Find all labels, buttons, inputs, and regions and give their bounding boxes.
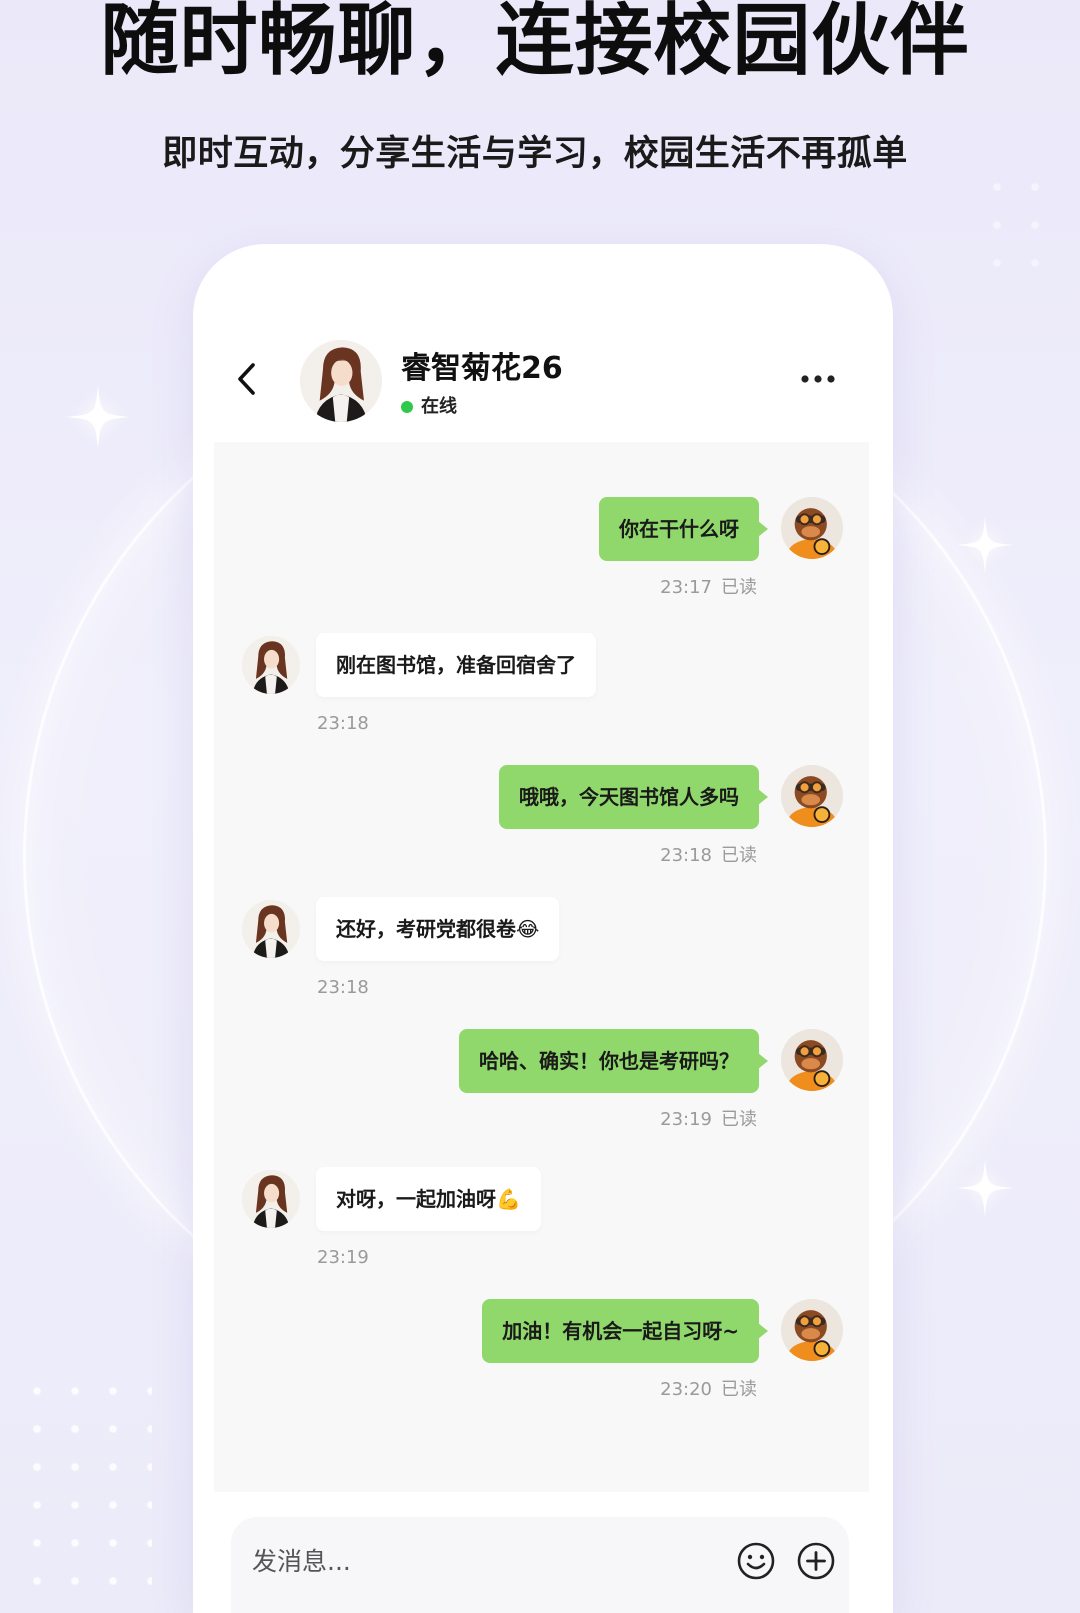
message-bubble[interactable]: 哈哈、确实！你也是考研吗？ (459, 1029, 768, 1093)
message-time: 23:19 (660, 1109, 712, 1130)
my-avatar[interactable] (781, 1299, 843, 1361)
message-input[interactable] (252, 1540, 692, 1582)
message-text: 哈哈、确实！你也是考研吗？ (479, 1049, 739, 1073)
message-text: 还好，考研党都很卷😂 (336, 917, 540, 941)
my-avatar[interactable] (781, 1029, 843, 1091)
message-time: 23:18 (317, 713, 369, 734)
message-time: 23:18 (660, 845, 712, 866)
contact-avatar[interactable] (242, 900, 300, 958)
message-bubble[interactable]: 哦哦，今天图书馆人多吗 (499, 765, 768, 829)
message-text: 刚在图书馆，准备回宿舍了 (336, 653, 576, 677)
message-meta: 23:17 已读 (660, 577, 757, 599)
message-time: 23:19 (317, 1247, 369, 1268)
dot-pattern (18, 1372, 152, 1604)
contact-avatar[interactable] (242, 636, 300, 694)
message-text: 你在干什么呀 (619, 517, 739, 541)
message-time: 23:20 (660, 1379, 712, 1400)
sparkle-icon (66, 385, 130, 449)
message-time: 23:17 (660, 577, 712, 598)
back-button[interactable] (233, 361, 261, 397)
my-avatar[interactable] (781, 497, 843, 559)
page-title: 随时畅聊，连接校园伙伴 (100, 0, 970, 86)
message-row-incoming: 还好，考研党都很卷😂 23:18 (0, 897, 1080, 999)
message-meta: 23:19 (317, 1247, 369, 1269)
message-bubble[interactable]: 刚在图书馆，准备回宿舍了 (316, 633, 596, 697)
my-avatar[interactable] (781, 765, 843, 827)
message-row-incoming: 对呀，一起加油呀💪 23:19 (0, 1167, 1080, 1269)
contact-avatar[interactable] (300, 340, 382, 422)
plus-circle-icon (797, 1542, 835, 1580)
message-bubble[interactable]: 对呀，一起加油呀💪 (316, 1167, 541, 1231)
message-text: 哦哦，今天图书馆人多吗 (519, 785, 739, 809)
message-row-outgoing: 哈哈、确实！你也是考研吗？ 23:19 已读 (0, 1029, 1080, 1131)
message-row-outgoing: 你在干什么呀 23:17 已读 (0, 497, 1080, 599)
message-text: 对呀，一起加油呀💪 (336, 1187, 521, 1211)
emoji-button[interactable] (736, 1541, 776, 1581)
message-bubble[interactable]: 你在干什么呀 (599, 497, 768, 561)
message-row-outgoing: 加油！有机会一起自习呀~ 23:20 已读 (0, 1299, 1080, 1401)
contact-avatar[interactable] (242, 1170, 300, 1228)
message-bubble[interactable]: 加油！有机会一起自习呀~ (482, 1299, 768, 1363)
message-meta: 23:20 已读 (660, 1379, 757, 1401)
more-options-button[interactable] (800, 373, 836, 385)
message-time: 23:18 (317, 977, 369, 998)
online-status-text: 在线 (421, 396, 457, 417)
chevron-left-icon (238, 363, 255, 395)
dot-pattern (978, 168, 1054, 282)
message-meta: 23:18 (317, 713, 369, 735)
message-row-incoming: 刚在图书馆，准备回宿舍了 23:18 (0, 633, 1080, 735)
read-receipt: 已读 (721, 1109, 757, 1130)
add-attachment-button[interactable] (796, 1541, 836, 1581)
message-meta: 23:18 (317, 977, 369, 999)
message-row-outgoing: 哦哦，今天图书馆人多吗 23:18 已读 (0, 765, 1080, 867)
more-horizontal-icon (801, 375, 835, 383)
read-receipt: 已读 (721, 577, 757, 598)
message-meta: 23:18 已读 (660, 845, 757, 867)
message-bubble[interactable]: 还好，考研党都很卷😂 (316, 897, 560, 961)
page-subtitle: 即时互动，分享生活与学习，校园生活不再孤单 (162, 134, 908, 174)
contact-name: 睿智菊花26 (401, 351, 563, 386)
smile-icon (737, 1542, 775, 1580)
message-text: 加油！有机会一起自习呀~ (502, 1319, 739, 1343)
read-receipt: 已读 (721, 1379, 757, 1400)
promo-page: 随时畅聊，连接校园伙伴 即时互动，分享生活与学习，校园生活不再孤单 睿智菊花26… (0, 0, 1080, 1613)
online-status-dot (401, 401, 413, 413)
message-meta: 23:19 已读 (660, 1109, 757, 1131)
read-receipt: 已读 (721, 845, 757, 866)
